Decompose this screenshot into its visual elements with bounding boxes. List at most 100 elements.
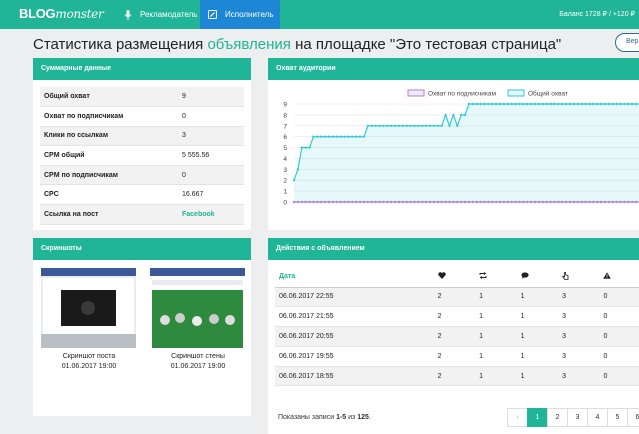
header-complaints[interactable]	[603, 267, 639, 288]
retweet-icon	[479, 272, 487, 280]
summary-row: CPC 16.667	[40, 184, 244, 206]
logo[interactable]: BLOGmonster	[19, 6, 104, 21]
y-tick-label: 4	[283, 156, 287, 163]
records-suffix: .	[368, 414, 371, 421]
summary-value-text: 0	[182, 171, 186, 179]
screenshots-panel: Скриншоты Скриншот поста 01.06.2017 19:0…	[33, 238, 251, 416]
summary-table: Общий охват 9 Охват по подписчикам 0 Клики п…	[40, 87, 244, 225]
legend-label: Охват по подписчикам	[428, 91, 497, 98]
data-point	[459, 113, 463, 117]
summary-value: 0	[178, 165, 244, 186]
data-point	[428, 124, 432, 127]
y-tick-label: 1	[283, 189, 287, 196]
actions-row: 06.06.2017 18:55 2 1 1 3 0	[275, 366, 639, 387]
data-point	[487, 102, 490, 106]
title-accent: объявления	[207, 36, 291, 53]
data-point	[409, 124, 412, 127]
data-point	[518, 102, 521, 106]
data-point	[382, 124, 385, 127]
summary-value: 3	[178, 126, 244, 147]
wall-screenshot-caption: Скриншот стены 01.06.2017 19:00	[148, 352, 248, 372]
data-point	[355, 135, 358, 138]
data-point	[479, 102, 482, 106]
action-clicks: 3	[562, 287, 604, 308]
data-point	[541, 102, 545, 106]
y-tick-label: 7	[283, 123, 287, 130]
pager-page[interactable]: 3	[567, 408, 588, 427]
data-point	[537, 102, 541, 106]
actions-row: 06.06.2017 21:55 2 1 1 3 0	[275, 306, 639, 328]
data-point	[526, 102, 529, 106]
action-reposts: 1	[479, 306, 521, 328]
post-screenshot-caption: Скриншот поста 01.06.2017 19:00	[39, 352, 139, 372]
action-comments: 1	[520, 346, 563, 367]
header-likes[interactable]	[437, 267, 480, 288]
post-screenshot-image	[41, 268, 136, 348]
data-point	[463, 113, 467, 117]
data-point	[584, 102, 587, 106]
pager-prev[interactable]: ‹	[507, 408, 528, 427]
header-reposts[interactable]	[479, 267, 521, 288]
data-point	[498, 102, 502, 106]
data-point	[335, 135, 338, 138]
data-point	[627, 102, 630, 106]
data-point	[533, 102, 537, 106]
page-title: Статистика размещения объявления на площ…	[33, 36, 561, 53]
action-comments: 1	[520, 366, 563, 387]
action-reposts: 1	[479, 287, 521, 308]
actions-table: Дата 06.06.2017 22:55 2 1 1 3 0 06.06.2017 21	[275, 267, 639, 387]
header-clicks[interactable]	[562, 267, 604, 288]
summary-value: 0	[178, 106, 244, 127]
data-point	[491, 102, 494, 106]
pager-page[interactable]: 4	[587, 408, 608, 427]
action-reposts: 1	[479, 346, 521, 367]
data-point	[568, 102, 572, 106]
actions-row: 06.06.2017 20:55 2 1 1 3 0	[275, 326, 639, 347]
pager-page[interactable]: 1	[527, 408, 548, 427]
pager-page[interactable]: 2	[547, 408, 568, 427]
data-point	[634, 102, 638, 106]
data-point	[405, 124, 408, 127]
header-date[interactable]: Дата	[275, 267, 438, 288]
summary-row: Общий охват 9	[40, 87, 244, 108]
pager-page[interactable]: 5	[607, 408, 628, 427]
header-comments[interactable]	[520, 267, 563, 288]
data-point	[374, 124, 377, 127]
logo-italic: monster	[55, 7, 104, 21]
action-comments: 1	[520, 326, 563, 347]
top-bar: BLOGmonster Рекламодатель Исполнитель Ба…	[0, 0, 639, 29]
records-mid: из	[346, 414, 358, 421]
post-screenshot[interactable]	[41, 268, 136, 348]
data-point	[502, 102, 506, 106]
data-point	[549, 102, 552, 106]
data-point	[611, 102, 614, 106]
action-likes: 2	[437, 306, 480, 328]
data-point	[557, 102, 560, 106]
nav-advertiser[interactable]: Рекламодатель	[124, 0, 197, 29]
summary-value[interactable]: Facebook	[178, 204, 244, 225]
data-point	[440, 124, 443, 127]
pager-page[interactable]: 6	[627, 408, 639, 427]
action-complaints: 0	[603, 326, 639, 347]
y-tick-label: 6	[283, 134, 287, 141]
comment-icon	[521, 272, 529, 280]
data-point	[619, 102, 622, 106]
data-point	[358, 135, 362, 138]
summary-value: 16.667	[178, 184, 244, 206]
balance[interactable]: Баланс 1728 ₽ / +120 ₽	[559, 10, 635, 18]
ver-button[interactable]: Вер	[615, 33, 639, 52]
summary-value-text: 3	[182, 132, 186, 140]
data-point	[362, 135, 366, 138]
facebook-link[interactable]: Facebook	[182, 211, 215, 218]
summary-label: CPM общий	[40, 145, 178, 166]
post-screenshot-date: 01.06.2017 19:00	[61, 363, 117, 370]
nav-executor[interactable]: Исполнитель	[200, 0, 280, 29]
summary-label: Общий охват	[40, 87, 178, 108]
warning-icon	[603, 272, 612, 279]
data-point	[397, 124, 401, 127]
wall-screenshot[interactable]	[150, 268, 245, 348]
data-point	[327, 135, 331, 138]
legend-label: Общий охват	[528, 90, 568, 98]
data-point	[514, 102, 517, 106]
data-point	[545, 102, 548, 106]
